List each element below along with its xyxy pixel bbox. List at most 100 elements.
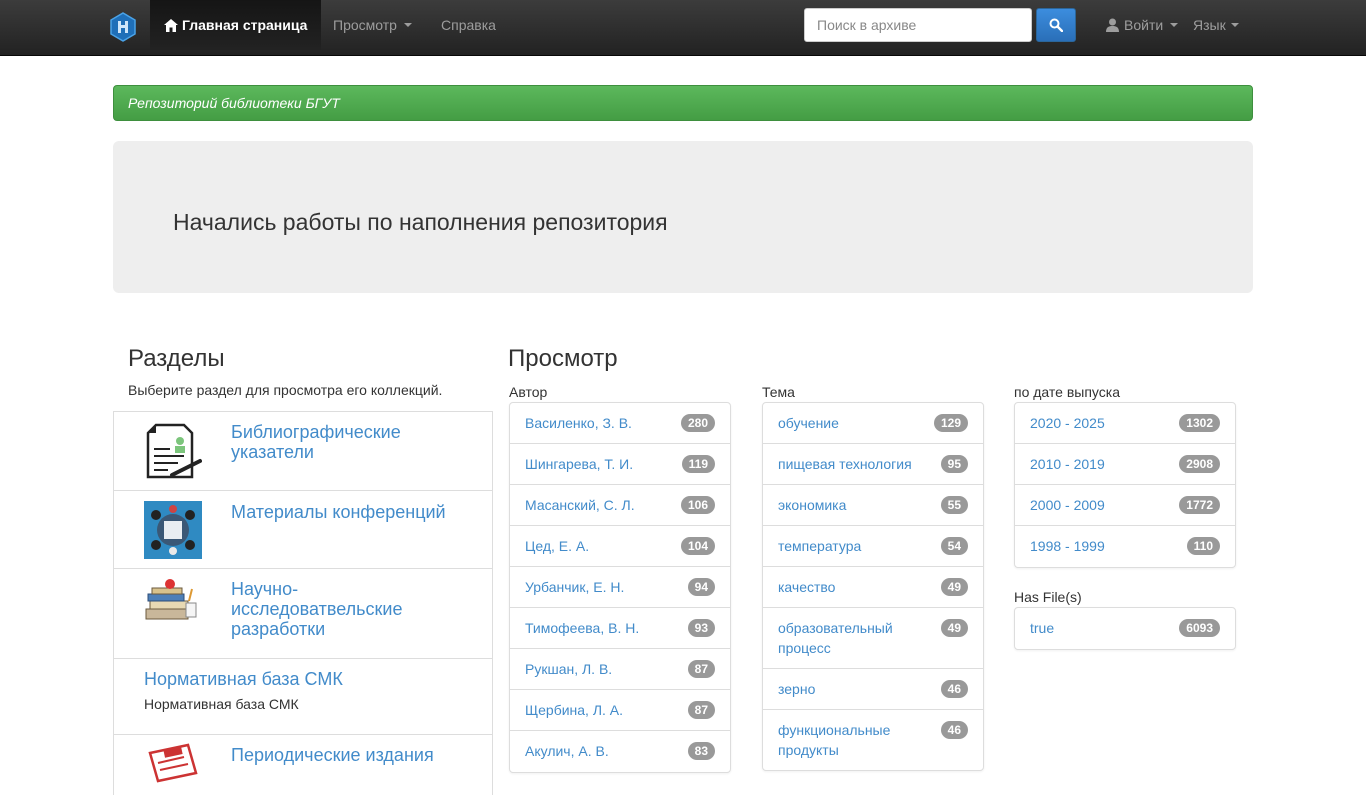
- facet-link[interactable]: зерно: [778, 679, 968, 699]
- count-badge: 129: [933, 414, 968, 432]
- count-badge: 87: [687, 660, 715, 678]
- count-badge: 94: [687, 578, 715, 596]
- count-badge: 83: [687, 742, 715, 760]
- count-badge: 55: [940, 496, 968, 514]
- facet-item[interactable]: Шингарева, Т. И. 119: [510, 444, 730, 485]
- facet-link[interactable]: функциональные продукты: [778, 720, 968, 760]
- news-text: Начались работы по наполнения репозитори…: [173, 209, 668, 235]
- search-input[interactable]: [804, 8, 1032, 42]
- facet-link[interactable]: Тимофеева, В. Н.: [525, 618, 715, 638]
- sections-list: Библиографические указатели Материалы ко…: [113, 411, 493, 795]
- top-navbar: Главная страница Просмотр Справка Войти …: [0, 0, 1366, 56]
- facet-item[interactable]: экономика 55: [763, 485, 983, 526]
- chevron-down-icon: [1230, 23, 1239, 27]
- facet-item[interactable]: пищевая технология 95: [763, 444, 983, 485]
- facet-item[interactable]: зерно 46: [763, 669, 983, 710]
- section-link-periodicals[interactable]: Периодические издания: [231, 745, 471, 765]
- browse-heading: Просмотр: [508, 345, 618, 372]
- chevron-down-icon: [403, 23, 412, 27]
- facet-item[interactable]: true 6093: [1015, 608, 1235, 649]
- date-facet-label: по дате выпуска: [1014, 384, 1120, 400]
- count-badge: 2908: [1179, 455, 1220, 473]
- nav-help-link[interactable]: Справка: [441, 0, 496, 50]
- nav-browse-dropdown[interactable]: Просмотр: [333, 0, 412, 50]
- login-dropdown[interactable]: Войти: [1106, 0, 1179, 50]
- newspaper-icon: [148, 743, 198, 783]
- date-facet-list: 2020 - 2025 1302 2010 - 2019 2908 2000 - 200…: [1014, 402, 1236, 568]
- sections-description: Выберите раздел для просмотра его коллек…: [128, 382, 443, 398]
- count-badge: 1302: [1179, 414, 1220, 432]
- subject-facet-list: обучение 129 пищевая технология 95 экономика…: [762, 402, 984, 771]
- search-icon: [1049, 18, 1063, 32]
- facet-item[interactable]: температура 54: [763, 526, 983, 567]
- facet-link[interactable]: пищевая технология: [778, 454, 968, 474]
- sections-heading: Разделы: [128, 345, 225, 372]
- facet-item[interactable]: Щербина, Л. А. 87: [510, 690, 730, 731]
- facet-item[interactable]: качество 49: [763, 567, 983, 608]
- nav-home-label: Главная страница: [182, 17, 308, 33]
- count-badge: 6093: [1179, 619, 1220, 637]
- facet-item[interactable]: Василенко, З. В. 280: [510, 403, 730, 444]
- facet-item[interactable]: Цед, Е. А. 104: [510, 526, 730, 567]
- count-badge: 49: [940, 619, 968, 637]
- facet-item[interactable]: обучение 129: [763, 403, 983, 444]
- count-badge: 87: [687, 701, 715, 719]
- facet-item[interactable]: 2010 - 2019 2908: [1015, 444, 1235, 485]
- facet-link[interactable]: Щербина, Л. А.: [525, 700, 715, 720]
- count-badge: 1772: [1179, 496, 1220, 514]
- count-badge: 104: [680, 537, 715, 555]
- facet-item[interactable]: образовательный процесс 49: [763, 608, 983, 669]
- banner-text: Репозиторий библиотеки БГУТ: [128, 95, 340, 111]
- facet-link[interactable]: экономика: [778, 495, 968, 515]
- facet-item[interactable]: 1998 - 1999 110: [1015, 526, 1235, 567]
- books-icon: [145, 579, 197, 620]
- facet-link[interactable]: Урбанчик, Е. Н.: [525, 577, 715, 597]
- search-button[interactable]: [1036, 8, 1076, 42]
- facet-item[interactable]: Тимофеева, В. Н. 93: [510, 608, 730, 649]
- count-badge: 46: [940, 680, 968, 698]
- author-facet-list: Василенко, З. В. 280 Шингарева, Т. И. 119 Ма…: [509, 402, 731, 773]
- section-item: Библиографические указатели: [114, 412, 492, 491]
- facet-item[interactable]: 2000 - 2009 1772: [1015, 485, 1235, 526]
- facet-link[interactable]: Рукшан, Л. В.: [525, 659, 715, 679]
- facet-item[interactable]: функциональные продукты 46: [763, 710, 983, 770]
- count-badge: 106: [680, 496, 715, 514]
- facet-item[interactable]: Урбанчик, Е. Н. 94: [510, 567, 730, 608]
- facet-link[interactable]: Акулич, А. В.: [525, 741, 715, 761]
- facet-link[interactable]: образовательный процесс: [778, 618, 968, 658]
- document-icon: [146, 423, 202, 479]
- section-item: Научно-исследоватвельские разработки: [114, 569, 492, 659]
- facet-item[interactable]: Рукшан, Л. В. 87: [510, 649, 730, 690]
- section-item: Нормативная база СМК Нормативная база СМ…: [114, 659, 492, 735]
- home-icon: [164, 18, 178, 32]
- nav-browse-label: Просмотр: [333, 17, 397, 33]
- facet-item[interactable]: 2020 - 2025 1302: [1015, 403, 1235, 444]
- section-link-qms[interactable]: Нормативная база СМК: [144, 669, 343, 689]
- repository-logo-icon[interactable]: [110, 12, 136, 42]
- site-banner: Репозиторий библиотеки БГУТ: [113, 85, 1253, 121]
- facet-item[interactable]: Акулич, А. В. 83: [510, 731, 730, 772]
- author-facet-label: Автор: [509, 384, 548, 400]
- subject-facet-label: Тема: [762, 384, 795, 400]
- user-icon: [1106, 18, 1119, 32]
- login-label: Войти: [1124, 17, 1164, 33]
- section-link-bibliographic[interactable]: Библиографические указатели: [231, 422, 451, 462]
- count-badge: 119: [681, 455, 715, 473]
- language-dropdown[interactable]: Язык: [1193, 0, 1239, 50]
- count-badge: 93: [687, 619, 715, 637]
- count-badge: 46: [940, 721, 968, 739]
- count-badge: 49: [940, 578, 968, 596]
- chevron-down-icon: [1170, 23, 1179, 27]
- count-badge: 280: [680, 414, 715, 432]
- hasfile-facet-list: true 6093: [1014, 607, 1236, 650]
- language-label: Язык: [1193, 17, 1226, 33]
- facet-link[interactable]: качество: [778, 577, 968, 597]
- facet-link[interactable]: температура: [778, 536, 968, 556]
- facet-item[interactable]: Масанский, С. Л. 106: [510, 485, 730, 526]
- nav-home-link[interactable]: Главная страница: [150, 0, 322, 50]
- section-item: Периодические издания: [114, 735, 492, 795]
- section-link-research[interactable]: Научно-исследоватвельские разработки: [231, 579, 461, 639]
- section-link-conferences[interactable]: Материалы конференций: [231, 502, 471, 522]
- count-badge: 95: [940, 455, 968, 473]
- count-badge: 54: [940, 537, 968, 555]
